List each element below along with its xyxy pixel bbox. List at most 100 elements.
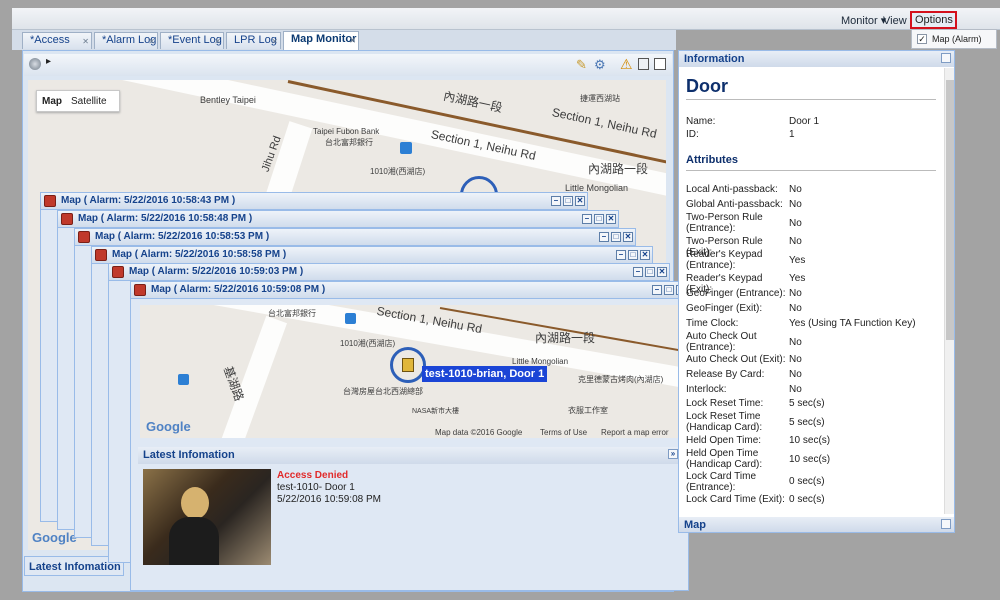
- map-label: 衣服工作室: [568, 406, 608, 415]
- tab-event-log[interactable]: *Event Log ✕: [160, 32, 224, 49]
- tab-access-log[interactable]: *Access Log✕: [22, 32, 92, 61]
- warning-icon[interactable]: ⚠: [620, 56, 633, 73]
- checkbox-checked-icon[interactable]: ✓: [917, 34, 927, 44]
- minimize-icon[interactable]: –: [633, 267, 643, 277]
- map-label: 捷運西湖站: [580, 94, 620, 103]
- expand-arrow-icon[interactable]: ▸: [46, 56, 51, 67]
- globe-icon[interactable]: [29, 58, 41, 70]
- options-item-map-alarm[interactable]: ✓ Map (Alarm): [911, 29, 997, 49]
- attr-value: No: [789, 288, 802, 299]
- maximize-icon[interactable]: □: [628, 250, 638, 260]
- maximize-icon[interactable]: □: [611, 232, 621, 242]
- map-label: 1010湘(西湖店): [370, 167, 426, 176]
- alarm-map[interactable]: 台北富邦銀行 Section 1, Neihu Rd 內湖路一段 1010湘(西…: [140, 305, 681, 438]
- collapse-icon[interactable]: »: [668, 449, 678, 459]
- photo-person-body: [169, 517, 219, 565]
- minimize-icon[interactable]: –: [582, 214, 592, 224]
- maximize-icon[interactable]: □: [594, 214, 604, 224]
- divider: [686, 170, 936, 171]
- map-alarm-icon: [112, 266, 124, 278]
- options-menu-button[interactable]: Options ▾: [910, 11, 957, 40]
- map-section-header[interactable]: Map: [679, 517, 954, 532]
- alarm-window-titlebar[interactable]: Map ( Alarm: 5/22/2016 10:58:53 PM ) – □ ✕: [74, 228, 636, 246]
- map-type-toggle: Map Satellite: [36, 90, 120, 112]
- attr-value: 5 sec(s): [789, 417, 825, 428]
- restore-icon[interactable]: [941, 53, 951, 63]
- attr-label: Lock Card Time (Entrance):: [686, 471, 757, 493]
- gear-icon[interactable]: ⚙: [594, 57, 606, 73]
- map-type-map-button[interactable]: Map: [42, 96, 62, 107]
- google-logo: Google: [146, 419, 191, 434]
- attributes-heading: Attributes: [686, 154, 738, 166]
- metro-icon: [400, 142, 412, 154]
- map-data-credit: Map data ©2016 Google: [435, 428, 523, 437]
- attr-label: ID:: [686, 129, 699, 140]
- maximize-icon[interactable]: □: [645, 267, 655, 277]
- minimize-icon[interactable]: –: [599, 232, 609, 242]
- monitor-menu[interactable]: Monitor ▾: [841, 14, 886, 27]
- tab-close-icon[interactable]: ✕: [148, 34, 155, 49]
- restore-icon[interactable]: [941, 519, 951, 529]
- attr-label: Time Clock:: [686, 318, 739, 329]
- attr-value: No: [789, 236, 802, 247]
- alarm-window-titlebar[interactable]: Map ( Alarm: 5/22/2016 10:58:43 PM ) – □ ✕: [40, 192, 588, 210]
- close-icon[interactable]: ✕: [575, 196, 585, 206]
- map-label: 內湖路一段: [535, 331, 596, 345]
- attr-value: Yes: [789, 255, 806, 266]
- window-icon[interactable]: [654, 58, 666, 70]
- map-label: Taipei Fubon Bank: [313, 127, 380, 136]
- info-scrollbar[interactable]: [944, 68, 954, 514]
- attr-value: No: [789, 184, 802, 195]
- tab-close-icon[interactable]: ✕: [349, 33, 356, 48]
- report-icon[interactable]: [638, 58, 649, 70]
- map-toolbar: ▸ ✎ ⚙ ⚠: [24, 54, 672, 76]
- attr-value: No: [789, 354, 802, 365]
- alarm-window-titlebar[interactable]: Map ( Alarm: 5/22/2016 10:58:48 PM ) – □ ✕: [57, 210, 619, 228]
- report-map-error-link[interactable]: Report a map error: [601, 428, 669, 437]
- attr-value: Yes (Using TA Function Key): [789, 318, 916, 329]
- tab-map-monitor[interactable]: Map Monitor ✕: [283, 31, 359, 50]
- door-marker-icon[interactable]: [402, 358, 414, 372]
- tab-lpr-log[interactable]: LPR Log ✕: [226, 32, 281, 49]
- close-icon[interactable]: ✕: [606, 214, 616, 224]
- attr-label: GeoFinger (Exit):: [686, 303, 763, 314]
- map-alarm-icon: [61, 213, 73, 225]
- attr-value: No: [789, 199, 802, 210]
- maximize-icon[interactable]: □: [563, 196, 573, 206]
- alarm-window-titlebar[interactable]: Map ( Alarm: 5/22/2016 10:59:03 PM ) – □ ✕: [108, 263, 670, 281]
- attr-value: 5 sec(s): [789, 398, 825, 409]
- map-label: NASA新市大樓: [412, 408, 460, 415]
- tab-close-icon[interactable]: ✕: [82, 34, 89, 49]
- map-label: 台北富邦銀行: [268, 309, 316, 318]
- access-status: Access Denied: [277, 470, 349, 481]
- attr-label: Lock Card Time (Exit):: [686, 494, 785, 505]
- minimize-icon[interactable]: –: [551, 196, 561, 206]
- attr-label: Local Anti-passback:: [686, 184, 778, 195]
- attr-label: Auto Check Out (Entrance):: [686, 331, 757, 353]
- minimize-icon[interactable]: –: [616, 250, 626, 260]
- maximize-icon[interactable]: □: [664, 285, 674, 295]
- terms-of-use-link[interactable]: Terms of Use: [540, 428, 587, 437]
- close-icon[interactable]: ✕: [623, 232, 633, 242]
- metro-icon: [178, 374, 189, 385]
- close-icon[interactable]: ✕: [657, 267, 667, 277]
- alarm-window-titlebar[interactable]: Map ( Alarm: 5/22/2016 10:59:08 PM )–□✕: [130, 281, 689, 299]
- map-label: 1010湘(西湖店): [340, 339, 396, 348]
- minimize-icon[interactable]: –: [652, 285, 662, 295]
- latest-info-header: Latest Infomation »: [138, 447, 681, 464]
- map-alarm-icon: [134, 284, 146, 296]
- tab-alarm-log[interactable]: *Alarm Log ✕: [94, 32, 158, 49]
- attr-value: No: [789, 337, 802, 348]
- alarm-window-titlebar[interactable]: Map ( Alarm: 5/22/2016 10:58:58 PM ) – □ ✕: [91, 246, 653, 264]
- attr-label: Reader's Keypad (Entrance):: [686, 249, 763, 271]
- close-icon[interactable]: ✕: [640, 250, 650, 260]
- attr-label: Two-Person Rule (Entrance):: [686, 212, 763, 234]
- map-type-satellite-button[interactable]: Satellite: [71, 96, 107, 107]
- scrollbar-thumb[interactable]: [946, 80, 954, 340]
- tab-close-icon[interactable]: ✕: [214, 34, 221, 49]
- metro-icon: [345, 313, 356, 324]
- pencil-icon[interactable]: ✎: [576, 57, 587, 73]
- photo-person: [181, 487, 209, 519]
- door-marker-label[interactable]: test-1010-brian, Door 1: [422, 366, 548, 382]
- tab-close-icon[interactable]: ✕: [271, 34, 278, 49]
